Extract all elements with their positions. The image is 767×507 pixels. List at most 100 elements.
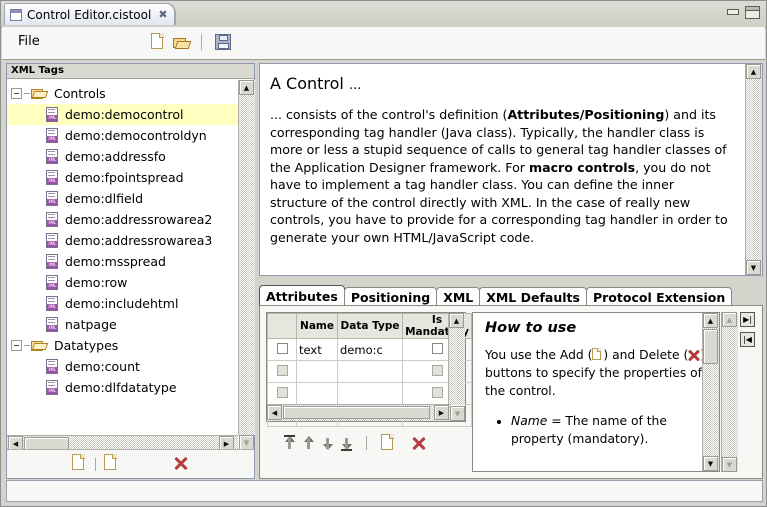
menu-toolbar: File	[2, 27, 765, 60]
tree-item-natpage[interactable]: XML natpage	[7, 314, 238, 335]
maximize-panel-icon[interactable]: ▶|	[740, 312, 755, 327]
xml-tags-tree[interactable]: Controls XML demo:democontrol XML demo:democ…	[7, 80, 238, 435]
xml-file-icon: XML	[45, 212, 59, 227]
tab-protocol-extension[interactable]: Protocol Extension	[585, 287, 733, 307]
xml-file-icon: XML	[45, 107, 59, 122]
close-icon[interactable]: ✖	[158, 9, 167, 20]
mandatory-checkbox[interactable]	[431, 364, 443, 376]
move-up-icon[interactable]	[303, 435, 314, 451]
delete-tag-button[interactable]	[174, 456, 188, 473]
tab-attributes[interactable]: Attributes	[259, 285, 345, 307]
tree-expander-icon[interactable]	[11, 340, 22, 351]
grid-scroll-down-button[interactable]: ▼	[450, 406, 465, 421]
tab-outer-vertical-scrollbar[interactable]: ▲ ▼	[721, 312, 738, 472]
tree-vertical-scrollbar[interactable]: ▲	[238, 80, 255, 435]
tree-item-demo-addressrowarea3[interactable]: XML demo:addressrowarea3	[7, 230, 238, 251]
grid-cell-select[interactable]	[267, 382, 297, 405]
tab-label: XML Defaults	[486, 290, 580, 305]
window-controls	[726, 6, 760, 19]
tree-item-demo-row[interactable]: XML demo:row	[7, 272, 238, 293]
grid-cell-select[interactable]	[267, 338, 297, 361]
xml-file-icon: XML	[45, 359, 59, 374]
grid-cell-datatype[interactable]	[337, 382, 403, 405]
grid-cell-name[interactable]	[296, 382, 338, 405]
menu-file[interactable]: File	[18, 34, 40, 49]
grid-cell-name[interactable]: text	[296, 338, 338, 361]
save-button[interactable]	[215, 34, 231, 53]
mandatory-checkbox[interactable]	[431, 342, 443, 354]
maximize-icon[interactable]	[745, 6, 760, 19]
grid-cell-select[interactable]	[267, 360, 297, 383]
howto-scroll-thumb[interactable]	[703, 329, 718, 364]
tree-item-demo-count[interactable]: XML demo:count	[7, 356, 238, 377]
attributes-grid[interactable]: Name Data Type Is Mandatory text demo:c ▲ ◀ …	[266, 312, 472, 427]
tree-item-demo-includehtml[interactable]: XML demo:includehtml	[7, 293, 238, 314]
outer-scroll-up-button[interactable]: ▲	[722, 312, 737, 327]
grid-scroll-left-button[interactable]: ◀	[267, 405, 282, 420]
editor-file-icon	[10, 8, 22, 21]
move-bottom-icon[interactable]	[341, 435, 352, 451]
panel-header-xml-tags: XML Tags	[7, 64, 254, 79]
howto-scroll-up-button[interactable]: ▲	[703, 313, 718, 328]
table-row[interactable]	[267, 382, 472, 405]
tree-item-controls[interactable]: Controls	[7, 83, 238, 104]
grid-scroll-right-button[interactable]: ▶	[434, 405, 449, 420]
tab-positioning[interactable]: Positioning	[343, 287, 438, 307]
tree-item-datatypes[interactable]: Datatypes	[7, 335, 238, 356]
grid-h-scroll-thumb[interactable]	[283, 406, 430, 419]
new-file-button[interactable]	[151, 33, 166, 54]
row-select-checkbox[interactable]	[276, 364, 288, 376]
grid-column-header[interactable]: Name	[296, 313, 338, 339]
tree-item-demo-fpointspread[interactable]: XML demo:fpointspread	[7, 167, 238, 188]
grid-horizontal-scrollbar[interactable]: ◀ ▶	[267, 404, 451, 421]
row-select-checkbox[interactable]	[276, 386, 288, 398]
new-datatype-button[interactable]	[104, 453, 119, 475]
tree-item-label: demo:dlfdatatype	[65, 380, 177, 395]
tree-item-demo-msspread[interactable]: XML demo:msspread	[7, 251, 238, 272]
table-row[interactable]: text demo:c	[267, 338, 472, 361]
mandatory-checkbox[interactable]	[431, 386, 443, 398]
description-vertical-scrollbar[interactable]: ▲ ▼	[745, 64, 762, 275]
add-attribute-icon[interactable]	[381, 434, 396, 452]
tree-item-demo-democontroldyn[interactable]: XML demo:democontroldyn	[7, 125, 238, 146]
tree-expander-icon[interactable]	[11, 88, 22, 99]
scroll-up-button[interactable]: ▲	[239, 80, 254, 95]
grid-cell-datatype[interactable]	[337, 360, 403, 383]
tab-label: XML	[443, 290, 474, 305]
tree-item-demo-dlfield[interactable]: XML demo:dlfield	[7, 188, 238, 209]
tree-item-demo-dlfdatatype[interactable]: XML demo:dlfdatatype	[7, 377, 238, 398]
grid-column-header[interactable]: Data Type	[337, 313, 403, 339]
how-to-use-panel: How to use You use the Add () and Delete…	[472, 312, 720, 472]
grid-scroll-up-button[interactable]: ▲	[449, 313, 464, 328]
tree-item-demo-addressrowarea2[interactable]: XML demo:addressrowarea2	[7, 209, 238, 230]
tree-item-demo-addressfo[interactable]: XML demo:addressfo	[7, 146, 238, 167]
grid-cell-name[interactable]	[296, 360, 338, 383]
editor-tab-control-editor[interactable]: Control Editor.cistool ✖	[4, 3, 175, 25]
table-row[interactable]	[267, 360, 472, 383]
scroll-down-button[interactable]: ▼	[239, 435, 254, 450]
restore-panel-icon[interactable]: |◀	[740, 332, 755, 347]
grid-cell-datatype[interactable]: demo:c	[337, 338, 403, 361]
grid-vertical-scrollbar[interactable]: ▲	[448, 313, 465, 405]
how-to-use-intro: You use the Add () and Delete () buttons…	[485, 346, 709, 400]
delete-attribute-icon[interactable]	[412, 436, 426, 450]
open-file-button[interactable]	[173, 35, 192, 54]
outer-scroll-down-button[interactable]: ▼	[722, 457, 737, 472]
tab-xml-defaults[interactable]: XML Defaults	[479, 287, 587, 307]
tree-item-label: demo:fpointspread	[65, 170, 184, 185]
move-top-icon[interactable]	[284, 435, 295, 451]
tab-label: Protocol Extension	[592, 290, 726, 305]
howto-vertical-scrollbar[interactable]: ▲ ▼	[702, 313, 719, 471]
minimize-icon[interactable]	[726, 6, 739, 17]
xml-file-icon: XML	[45, 380, 59, 395]
desc-scroll-up-button[interactable]: ▲	[746, 64, 761, 79]
move-down-icon[interactable]	[322, 435, 333, 451]
new-tag-button[interactable]	[72, 453, 87, 475]
desc-scroll-down-button[interactable]: ▼	[746, 260, 761, 275]
row-select-checkbox[interactable]	[276, 342, 288, 354]
status-bar	[6, 480, 763, 502]
tree-item-demo-democontrol[interactable]: XML demo:democontrol	[7, 104, 238, 125]
tab-xml[interactable]: XML	[436, 287, 481, 307]
howto-scroll-down-button[interactable]: ▼	[703, 456, 718, 471]
grid-column-header[interactable]	[267, 313, 297, 339]
